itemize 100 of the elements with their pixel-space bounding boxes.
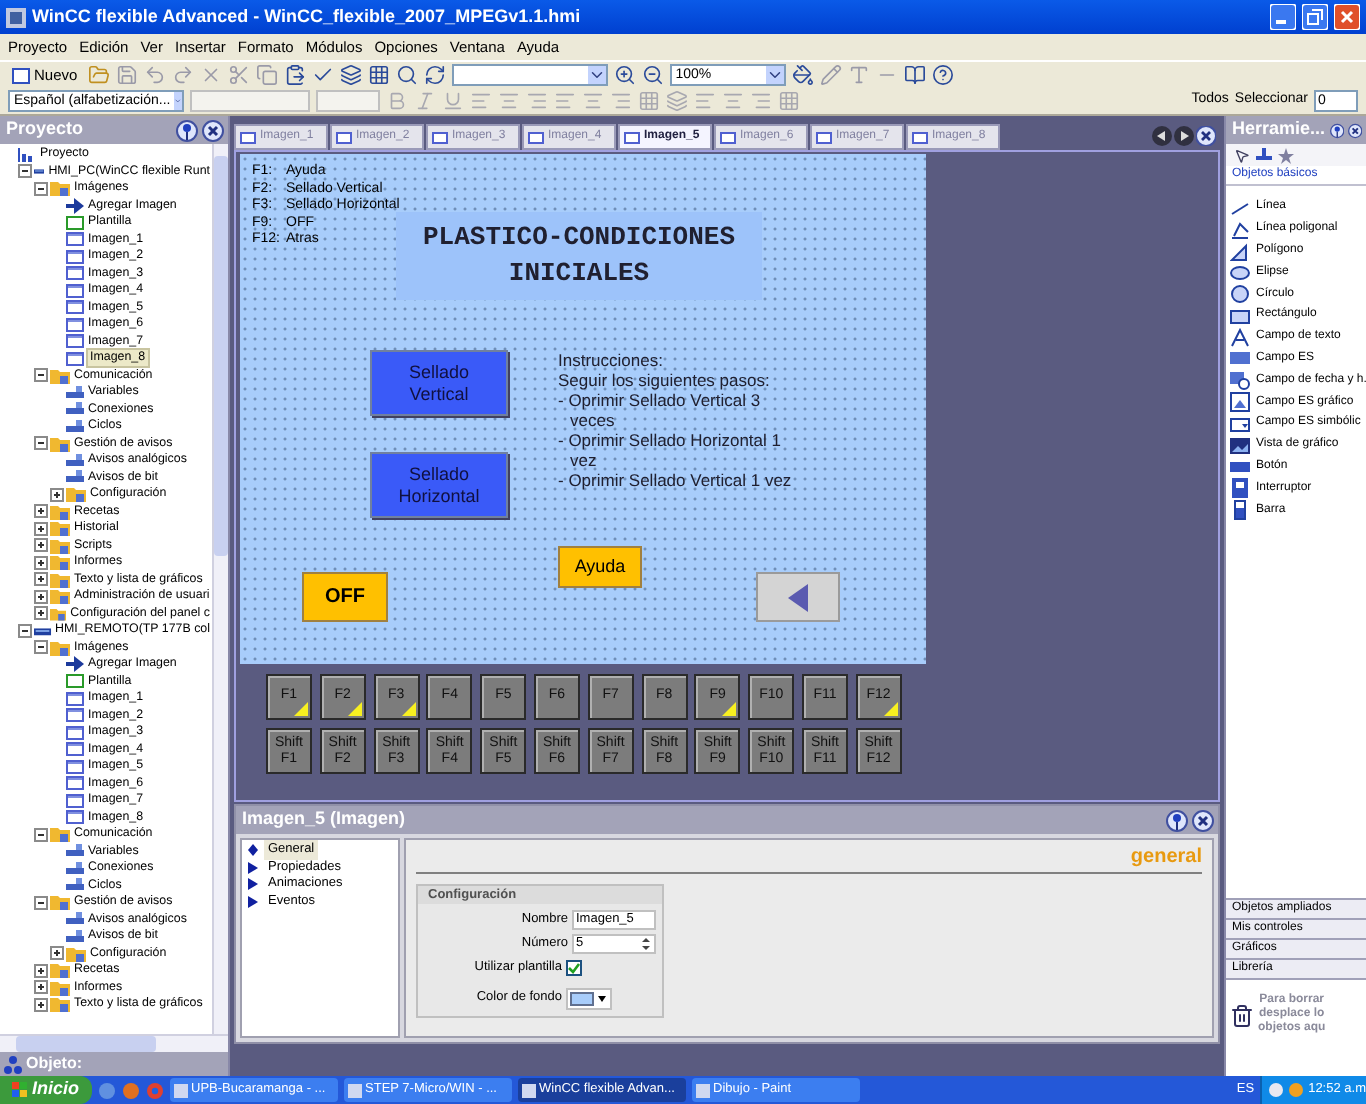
expand-toggle[interactable] [34, 504, 48, 519]
switch-icon [1230, 478, 1250, 499]
rectangle-icon [1230, 305, 1250, 326]
close-icon[interactable] [202, 119, 224, 141]
corner-marker-icon [294, 702, 308, 716]
paint-bucket-icon[interactable] [791, 64, 814, 86]
section-heading: general [1130, 846, 1202, 868]
pin-icon[interactable] [1166, 809, 1188, 831]
expand-toggle[interactable] [34, 589, 48, 604]
folder-icon [50, 571, 70, 588]
previous-icon[interactable] [1152, 126, 1172, 146]
checkbox[interactable] [566, 959, 582, 976]
folder-icon [50, 894, 70, 911]
text-color-icon[interactable] [847, 64, 870, 86]
app-icon [695, 1083, 710, 1097]
collapse-toggle[interactable] [34, 436, 48, 451]
expand-toggle[interactable] [34, 980, 48, 995]
screen-icon [432, 131, 448, 143]
circle-icon [1230, 284, 1250, 305]
image-field-icon [1230, 392, 1250, 413]
app-icon [6, 7, 26, 27]
instructions-intro: Seguir los siguientes pasos: [558, 370, 772, 390]
folder-icon [50, 996, 70, 1013]
zoom-out-icon[interactable] [641, 64, 664, 86]
folder-icon [50, 639, 70, 656]
collapse-toggle[interactable] [18, 623, 32, 638]
spin-arrows-icon [640, 936, 652, 952]
diamond-icon [248, 844, 258, 857]
expand-toggle[interactable] [34, 963, 48, 978]
horizontal-scrollbar[interactable] [0, 1034, 228, 1052]
instruction-step: - Oprimir Sellado Horizontal 1 vez [558, 430, 802, 470]
folder-icon [50, 367, 70, 384]
add-screen-icon [66, 656, 84, 673]
object-combo[interactable] [451, 64, 608, 86]
pin-icon[interactable] [1329, 119, 1344, 141]
screen-icon [720, 131, 736, 143]
collapse-toggle[interactable] [34, 368, 48, 383]
field-icon [1230, 348, 1250, 369]
help-icon[interactable] [931, 64, 954, 86]
screen-icon [912, 131, 928, 143]
ellipse-icon [1230, 262, 1250, 283]
help-button[interactable]: Ayuda [558, 546, 642, 588]
collapse-toggle[interactable] [34, 181, 48, 196]
folder-icon [50, 554, 70, 571]
collapse-toggle[interactable] [34, 895, 48, 910]
minimize-button[interactable] [1270, 4, 1296, 30]
expand-toggle[interactable] [34, 997, 48, 1012]
polygon-icon [1230, 241, 1250, 261]
instructions-heading: Instrucciones: [558, 350, 665, 370]
properties-header: Imagen_5 (Imagen) [236, 806, 1218, 834]
folder-icon [50, 520, 70, 537]
close-button[interactable] [1334, 4, 1360, 30]
start-button[interactable]: Inicio [0, 1076, 92, 1104]
book-icon[interactable] [903, 64, 926, 86]
folder-icon [66, 945, 86, 962]
left-arrow-icon [788, 583, 808, 611]
folder-icon [50, 962, 70, 979]
close-icon[interactable] [1196, 126, 1216, 146]
color-picker[interactable] [566, 987, 612, 1010]
expand-toggle[interactable] [34, 606, 48, 621]
zoom-in-icon[interactable] [613, 64, 636, 86]
refresh-icon[interactable] [423, 64, 446, 86]
search-icon[interactable] [395, 64, 418, 86]
close-icon[interactable] [1192, 809, 1214, 831]
collapse-toggle[interactable] [18, 164, 32, 179]
folder-icon [50, 537, 70, 554]
vertical-scrollbar[interactable] [212, 144, 228, 1034]
project-panel-header: Proyecto [0, 116, 228, 144]
screen-title: PLASTICO-CONDICIONES INICIALES [396, 212, 762, 300]
off-button[interactable]: OFF [302, 572, 388, 622]
grid-icon[interactable] [367, 64, 390, 86]
expand-toggle[interactable] [50, 946, 64, 961]
pin-icon[interactable] [176, 119, 198, 141]
collapse-toggle[interactable] [34, 827, 48, 842]
collapse-toggle[interactable] [34, 640, 48, 655]
paste-icon[interactable] [283, 64, 306, 86]
corner-marker-icon [401, 702, 416, 716]
layers-icon[interactable] [339, 64, 362, 86]
next-icon[interactable] [1174, 126, 1194, 146]
expand-toggle[interactable] [34, 572, 48, 587]
expand-toggle[interactable] [50, 487, 64, 502]
expand-toggle[interactable] [34, 555, 48, 570]
back-button[interactable] [756, 572, 840, 622]
instruction-step: - Oprimir Sellado Vertical 1 vez [558, 470, 802, 490]
expand-toggle[interactable] [34, 538, 48, 553]
app-icon [521, 1083, 536, 1097]
check-icon[interactable] [311, 64, 334, 86]
project-icon [18, 147, 36, 162]
close-icon[interactable] [1347, 119, 1362, 141]
dropdown-arrow-icon [587, 66, 606, 84]
stamp-icon[interactable] [1256, 147, 1272, 163]
folder-icon [50, 588, 70, 605]
expand-toggle[interactable] [34, 521, 48, 536]
tools-panel-header: Herramie... [1226, 116, 1366, 144]
star-icon[interactable] [1278, 147, 1294, 163]
pointer-icon[interactable] [1234, 147, 1250, 163]
instruction-step: - Oprimir Sellado Vertical 3 veces [558, 390, 802, 430]
new-screen-icon [12, 67, 30, 83]
restore-button[interactable] [1302, 4, 1328, 30]
dropdown-field-icon [1230, 413, 1250, 434]
